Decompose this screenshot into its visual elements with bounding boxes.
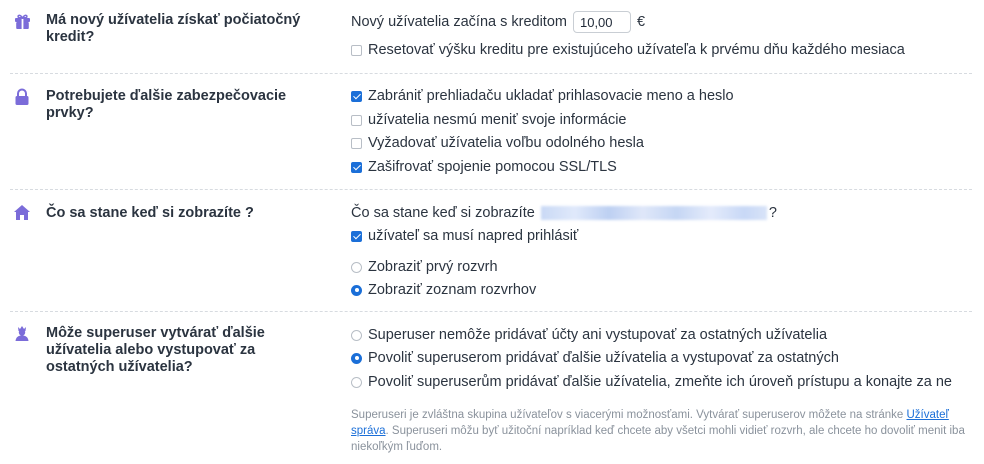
security-option[interactable]: užívatelia nesmú meniť svoje informácie — [351, 110, 627, 130]
superuser-radio-label: Povoliť superuserům pridávať ďalšie užív… — [368, 374, 952, 390]
superuser-radio-option[interactable]: Superuser nemôže pridávať účty ani vystu… — [351, 325, 827, 345]
credit-prefix: Nový užívatelia začína s kreditom — [351, 14, 567, 30]
question-initial-credit: Má nový užívatelia získať počiatočný kre… — [46, 12, 301, 45]
security-option-label: Zabrániť prehliadaču ukladať prihlasovac… — [368, 88, 734, 104]
question-security: Potrebujete ďalšie zabezpečovacie prvky? — [46, 88, 287, 121]
question-view: Čo sa stane keď si zobrazíte ? — [46, 205, 254, 221]
superuser-radio-label: Povoliť superuserom pridávať ďalšie užív… — [368, 350, 839, 366]
superuser-note-text-end: . Superuseri môžu byť užitoční napríklad… — [351, 425, 965, 453]
view-radio-label: Zobraziť zoznam rozvrhov — [368, 282, 537, 298]
security-option[interactable]: Zašifrovať spojenie pomocou SSL/TLS — [351, 157, 617, 177]
superuser-note: Superuseri je zvláštna skupina užívateľo… — [351, 407, 966, 455]
home-icon — [13, 203, 31, 221]
login-required-label: užívateľ sa musí napred prihlásiť — [368, 228, 579, 244]
section-security: Potrebujete ďalšie zabezpečovacie prvky?… — [10, 73, 972, 190]
superuser-radio-option[interactable]: Povoliť superuserom pridávať ďalšie užív… — [351, 348, 839, 368]
no-edit-info-checkbox[interactable] — [351, 114, 362, 126]
superuser-full-radio[interactable] — [351, 376, 362, 388]
view-prompt: Čo sa stane keď si zobrazíte ? — [351, 203, 777, 223]
question-superuser: Môže superuser vytvárať ďalšie užívateli… — [46, 325, 265, 375]
strong-password-checkbox[interactable] — [351, 137, 362, 149]
security-option[interactable]: Zabrániť prehliadaču ukladať prihlasovac… — [351, 86, 734, 106]
redacted-url — [540, 206, 767, 220]
prevent-save-login-checkbox[interactable] — [351, 90, 362, 102]
view-prompt-suffix: ? — [768, 205, 777, 221]
security-option-label: Zašifrovať spojenie pomocou SSL/TLS — [368, 159, 617, 175]
first-schedule-radio[interactable] — [351, 261, 362, 273]
section-view: Čo sa stane keď si zobrazíte ? Čo sa sta… — [10, 189, 972, 312]
security-option-label: užívatelia nesmú meniť svoje informácie — [368, 112, 627, 128]
superuser-note-text: Superuseri je zvláštna skupina užívateľo… — [351, 409, 907, 421]
credit-currency: € — [636, 14, 646, 30]
reset-credit-option[interactable]: Resetovať výšku kreditu pre existujúceho… — [351, 40, 905, 60]
section-initial-credit: Má nový užívatelia získať počiatočný kre… — [10, 0, 972, 74]
section-superuser: Môže superuser vytvárať ďalšie užívateli… — [10, 311, 972, 464]
superuser-radio-label: Superuser nemôže pridávať účty ani vystu… — [368, 327, 828, 343]
view-radio-option[interactable]: Zobraziť prvý rozvrh — [351, 257, 498, 277]
initial-credit-input[interactable] — [572, 11, 631, 33]
login-required-option[interactable]: užívateľ sa musí napred prihlásiť — [351, 226, 578, 246]
view-prompt-prefix: Čo sa stane keď si zobrazíte — [351, 205, 535, 221]
superuser-none-radio[interactable] — [351, 329, 362, 341]
view-radio-label: Zobraziť prvý rozvrh — [368, 259, 498, 275]
reset-credit-checkbox[interactable] — [351, 44, 362, 56]
security-option[interactable]: Vyžadovať užívatelia voľbu odolného hesl… — [351, 133, 644, 153]
gift-icon — [13, 12, 31, 30]
superuser-icon — [13, 324, 31, 342]
superuser-radio-option[interactable]: Povoliť superuserům pridávať ďalšie užív… — [351, 372, 952, 392]
credit-row: Nový užívatelia začína s kreditom € — [351, 11, 646, 33]
ssl-tls-checkbox[interactable] — [351, 161, 362, 173]
schedule-list-radio[interactable] — [351, 284, 362, 296]
superuser-add-act-radio[interactable] — [351, 352, 362, 364]
view-radio-option[interactable]: Zobraziť zoznam rozvrhov — [351, 280, 536, 300]
lock-icon — [13, 88, 31, 106]
login-required-checkbox[interactable] — [351, 230, 362, 242]
security-option-label: Vyžadovať užívatelia voľbu odolného hesl… — [368, 135, 644, 151]
reset-credit-label: Resetovať výšku kreditu pre existujúceho… — [368, 42, 905, 58]
